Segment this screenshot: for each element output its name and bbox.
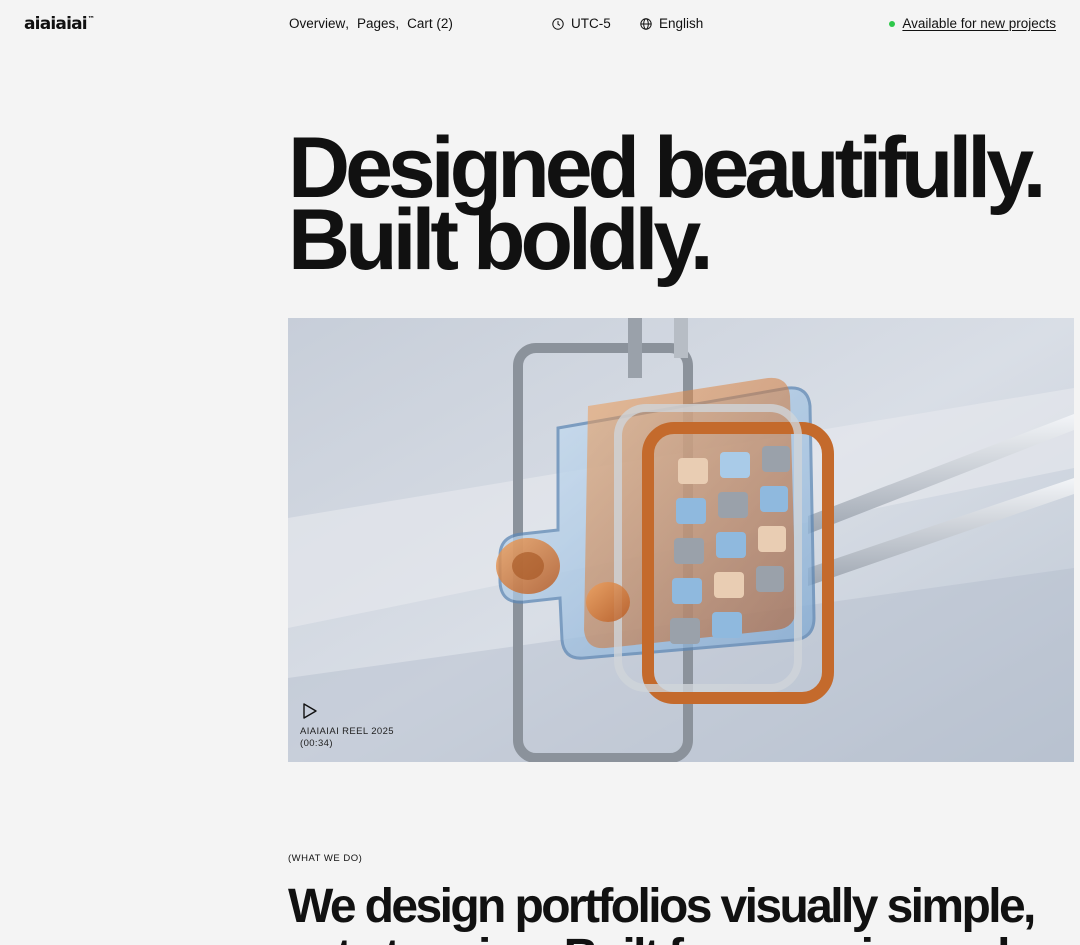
what-we-do-line-1: We design portfolios visually simple,: [288, 880, 1036, 933]
language-selector[interactable]: English: [640, 16, 703, 31]
timezone-indicator: UTC-5: [552, 16, 611, 31]
availability-link[interactable]: Available for new projects: [902, 16, 1056, 31]
play-icon[interactable]: [302, 702, 318, 720]
hero-headline: Designed beautifully. Built boldly.: [288, 125, 1068, 283]
section-eyebrow: (WHAT WE DO): [288, 853, 363, 864]
main-nav: Overview, Pages, Cart (2): [289, 16, 453, 31]
language-label: English: [659, 16, 704, 31]
timezone-label: UTC-5: [571, 16, 611, 31]
what-we-do-headline: We design portfolios visually simple, ye…: [288, 882, 1078, 945]
nav-item-overview[interactable]: Overview: [289, 16, 345, 31]
status-dot-icon: [889, 20, 896, 27]
trademark-mark: ™: [87, 15, 95, 23]
brand-logo[interactable]: aiaiaiai ™: [24, 14, 95, 34]
top-bar: aiaiaiai ™ Overview, Pages, Cart (2) UTC…: [0, 0, 1080, 48]
globe-icon: [640, 17, 652, 30]
logo-wordmark: aiaiaiai: [24, 14, 88, 34]
nav-separator: ,: [345, 16, 350, 31]
nav-item-cart[interactable]: Cart (2): [407, 16, 453, 31]
reel-duration: (00:34): [300, 738, 333, 749]
nav-separator: ,: [395, 16, 400, 31]
clock-icon: [552, 17, 564, 30]
reel-title: AIAIAIAI REEL 2025: [300, 726, 394, 737]
availability-status: Available for new projects: [889, 16, 1056, 31]
what-we-do-line-2: yet stunning. Built for agencies and: [288, 932, 1078, 945]
reel-video[interactable]: AIAIAIAI REEL 2025 (00:34): [288, 318, 1074, 762]
nav-item-pages[interactable]: Pages: [357, 16, 395, 31]
reel-still-image: [288, 318, 1074, 762]
